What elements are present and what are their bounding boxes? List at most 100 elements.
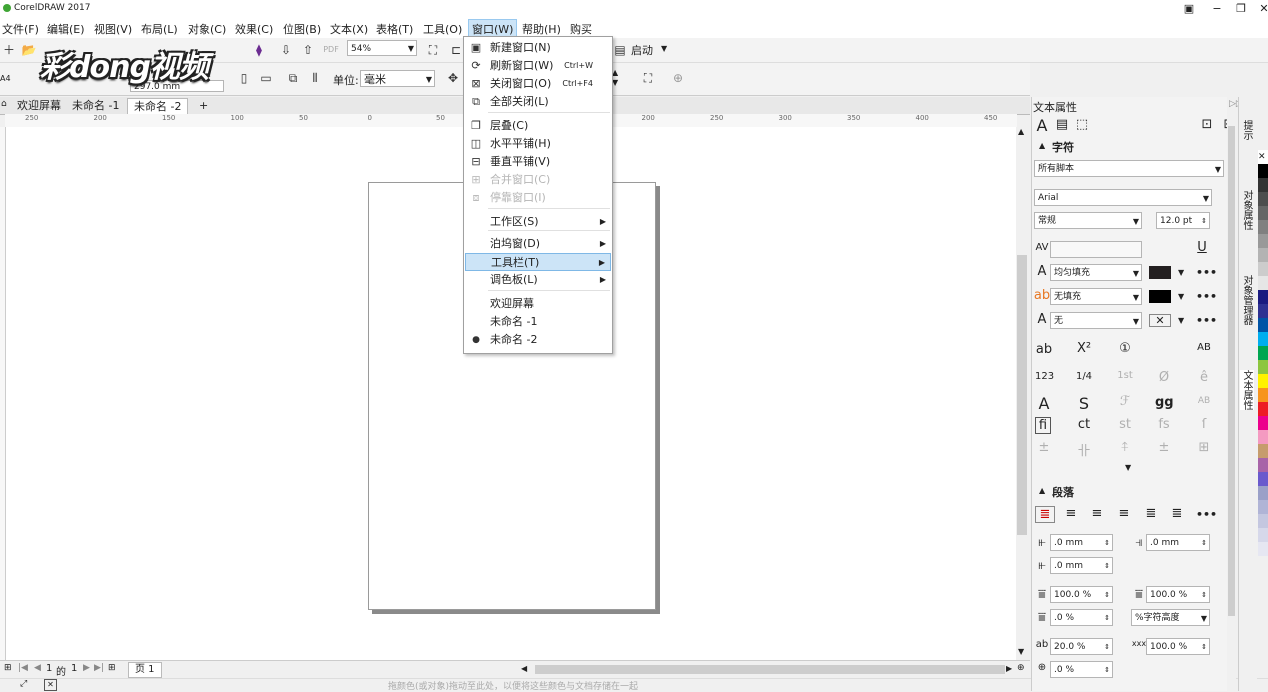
window-menu-item-4[interactable]: ❐ 层叠(C): [465, 117, 611, 135]
background-fill-select[interactable]: 无填充 ▼: [1050, 288, 1142, 305]
stylistic-set-icon[interactable]: S: [1075, 394, 1093, 413]
doc-tab-0[interactable]: 欢迎屏幕: [11, 98, 67, 113]
menu-4[interactable]: 对象(C): [186, 21, 228, 37]
palette-swatch[interactable]: [1258, 500, 1268, 514]
page-tab[interactable]: 页 1: [128, 662, 162, 678]
menu-11[interactable]: 帮助(H): [520, 21, 563, 37]
justify-full-icon[interactable]: ≣: [1142, 506, 1160, 521]
expand-glyphs-icon[interactable]: ▼: [1125, 463, 1131, 472]
small-caps-icon[interactable]: AB: [1195, 396, 1213, 406]
char-spacing-field[interactable]: 20.0 % ⇕: [1050, 638, 1113, 655]
line-spacing-field[interactable]: 100.0 % ⇕: [1146, 586, 1210, 603]
page-frame-icon[interactable]: ⛶: [639, 69, 657, 87]
palette-swatch[interactable]: [1258, 374, 1268, 388]
palette-swatch[interactable]: [1258, 472, 1268, 486]
palette-swatch[interactable]: [1258, 416, 1268, 430]
font-select[interactable]: Arial ▼: [1034, 189, 1212, 206]
close-button[interactable]: ✕: [1250, 0, 1268, 18]
menu-1[interactable]: 编辑(E): [45, 21, 87, 37]
current-page-icon[interactable]: ⫴: [306, 69, 324, 87]
ordinals-icon[interactable]: 1st: [1116, 370, 1134, 381]
palette-swatch[interactable]: [1258, 458, 1268, 472]
character-tab-icon[interactable]: A: [1033, 116, 1051, 135]
palette-swatch[interactable]: [1258, 514, 1268, 528]
scroll-left-icon[interactable]: ◀: [521, 664, 527, 673]
word-spacing-field[interactable]: 100.0 % ⇕: [1146, 638, 1210, 655]
panel-options-icon[interactable]: ⊡: [1198, 117, 1216, 132]
zoom-field[interactable]: 54% ▼: [347, 40, 417, 56]
vertical-alt-icon[interactable]: ±: [1155, 440, 1173, 455]
home-icon[interactable]: ⌂: [1, 99, 7, 109]
background-more-icon[interactable]: •••: [1196, 290, 1217, 303]
menu-8[interactable]: 表格(T): [374, 21, 415, 37]
fractions-icon[interactable]: 1/4: [1075, 371, 1093, 382]
palette-swatch[interactable]: [1258, 220, 1268, 234]
launch-dropdown-icon[interactable]: ▼: [661, 44, 667, 53]
lining-figures-icon[interactable]: 123: [1035, 371, 1054, 382]
palette-swatch[interactable]: [1258, 444, 1268, 458]
window-menu-item-14[interactable]: 未命名 -1: [465, 313, 611, 331]
outline-color-dropdown-icon[interactable]: ▼: [1178, 316, 1184, 325]
space-before-field[interactable]: 100.0 % ⇕: [1050, 586, 1113, 603]
outline-more-icon[interactable]: •••: [1196, 314, 1217, 327]
palette-swatch[interactable]: [1258, 332, 1268, 346]
palette-swatch[interactable]: [1258, 402, 1268, 416]
fill-more-icon[interactable]: •••: [1196, 266, 1217, 279]
para-more-icon[interactable]: •••: [1196, 508, 1217, 521]
panel-scroll-thumb[interactable]: [1228, 126, 1235, 616]
add-page-icon[interactable]: ⊞: [108, 663, 116, 673]
no-fill-icon[interactable]: ✕: [44, 679, 57, 691]
spacing-unit-select[interactable]: %字符高度 ▼: [1131, 609, 1210, 626]
next-page-icon[interactable]: ▶: [83, 663, 90, 673]
window-menu-item-1[interactable]: ⟳ 刷新窗口(W) Ctrl+W: [465, 57, 611, 75]
historical-forms-icon[interactable]: fs: [1155, 417, 1173, 432]
window-menu-item-11[interactable]: 工具栏(T) ▶: [465, 253, 611, 271]
palette-swatch[interactable]: [1258, 178, 1268, 192]
palette-swatch[interactable]: [1258, 276, 1268, 290]
window-menu-item-10[interactable]: 泊坞窗(D) ▶: [465, 235, 611, 253]
outline-color-swatch[interactable]: ✕: [1149, 314, 1171, 327]
swash-icon[interactable]: A: [1035, 394, 1053, 413]
window-menu-item-9[interactable]: 工作区(S) ▶: [465, 213, 611, 231]
ligature-icon[interactable]: gg: [1155, 395, 1174, 410]
pick-tool-icon[interactable]: ⤢: [20, 679, 27, 689]
docker-tab-0[interactable]: 提示: [1240, 120, 1254, 140]
doc-tab-2[interactable]: 未命名 -2: [127, 98, 189, 114]
fill-color-dropdown-icon[interactable]: ▼: [1178, 268, 1184, 277]
slashed-zero-icon[interactable]: Ø: [1155, 370, 1173, 385]
palette-swatch[interactable]: [1258, 360, 1268, 374]
open-icon[interactable]: 📂: [20, 41, 38, 59]
palette-swatch[interactable]: [1258, 206, 1268, 220]
align-right-icon[interactable]: ≡: [1115, 506, 1133, 521]
long-s-icon[interactable]: ſ: [1195, 417, 1213, 432]
palette-swatch[interactable]: [1258, 234, 1268, 248]
vertical-scroll-thumb[interactable]: [1017, 255, 1027, 535]
launch-icon[interactable]: ▤: [611, 41, 629, 59]
page-options-icon[interactable]: ⊞: [4, 663, 12, 673]
menu-9[interactable]: 工具(O): [421, 21, 464, 37]
window-menu-item-6[interactable]: ⊟ 垂直平铺(V): [465, 153, 611, 171]
window-menu-item-12[interactable]: 调色板(L) ▶: [465, 271, 611, 289]
indent-left-field[interactable]: .0 mm ⇕: [1050, 534, 1113, 551]
discretionary-ligature-icon[interactable]: ct: [1075, 417, 1093, 432]
new-document-icon[interactable]: ＋: [0, 41, 18, 59]
palette-swatch[interactable]: [1258, 388, 1268, 402]
scroll-right-icon[interactable]: ▶: [1006, 664, 1012, 673]
launch-label[interactable]: 启动: [631, 42, 653, 58]
justify-alt-icon[interactable]: ⍏: [1116, 440, 1134, 455]
align-center-icon[interactable]: ≡: [1088, 506, 1106, 521]
menu-7[interactable]: 文本(X): [328, 21, 370, 37]
historical-ligature-icon[interactable]: st: [1116, 417, 1134, 432]
font-style-select[interactable]: 常规 ▼: [1034, 212, 1142, 229]
collapse-para-icon[interactable]: ▲: [1039, 486, 1045, 495]
window-menu-item-5[interactable]: ◫ 水平平铺(H): [465, 135, 611, 153]
font-size-field[interactable]: 12.0 pt ⇕: [1156, 212, 1210, 229]
palette-swatch[interactable]: [1258, 486, 1268, 500]
width-alt-icon[interactable]: ⊞: [1195, 440, 1213, 455]
doc-tab-3[interactable]: +: [193, 98, 214, 113]
horizontal-scroll-thumb[interactable]: [535, 665, 1005, 674]
docker-tab-2[interactable]: 对象管理器: [1240, 275, 1254, 325]
menu-0[interactable]: 文件(F): [0, 21, 41, 37]
window-menu-item-0[interactable]: ▣ 新建窗口(N): [465, 39, 611, 57]
add-icon[interactable]: ⊕: [669, 69, 687, 87]
